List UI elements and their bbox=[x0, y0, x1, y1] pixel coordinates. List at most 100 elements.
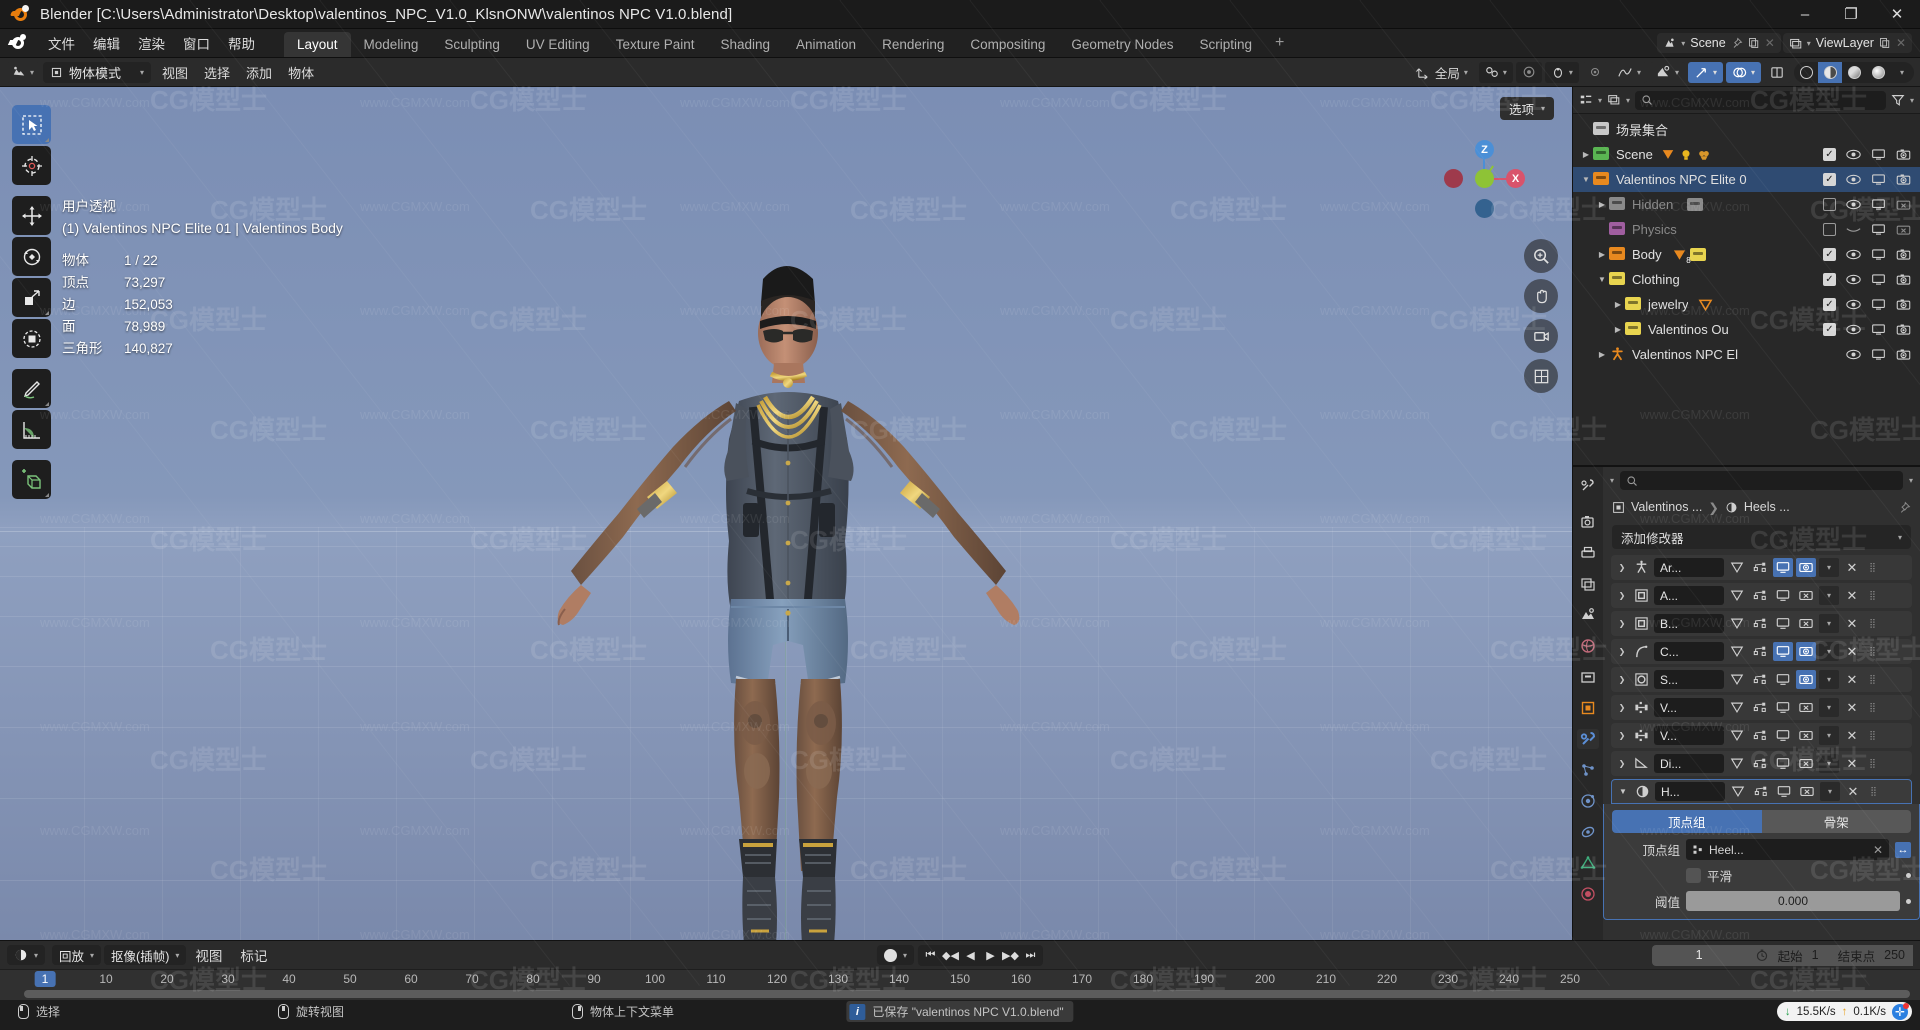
workspace-tab-shading[interactable]: Shading bbox=[707, 32, 783, 57]
tab-viewlayer[interactable] bbox=[1577, 574, 1599, 594]
modifier-drag-handle[interactable]: ⣿ bbox=[1865, 758, 1879, 769]
chevron-right-icon[interactable]: ❯ bbox=[1615, 563, 1629, 572]
falloff-curve-icon[interactable] bbox=[1581, 61, 1608, 83]
modifier-realtime-toggle[interactable] bbox=[1773, 754, 1793, 773]
modifier-row[interactable]: ❯ S... ▾ ✕ ⣿ bbox=[1611, 667, 1912, 692]
minimize-button[interactable]: – bbox=[1782, 0, 1828, 28]
outliner-row[interactable]: 场景集合 bbox=[1573, 117, 1920, 142]
chevron-right-icon[interactable]: ❯ bbox=[1615, 591, 1629, 600]
modifier-on-cage-toggle[interactable] bbox=[1728, 782, 1748, 801]
modifier-edit-mode-toggle[interactable] bbox=[1750, 754, 1770, 773]
chevron-right-icon[interactable]: ❯ bbox=[1615, 731, 1629, 740]
start-frame-value[interactable]: 1 bbox=[1812, 948, 1819, 962]
modifier-render-toggle[interactable] bbox=[1797, 782, 1817, 801]
timeline-editor[interactable]: ▾ 回放▾抠像(插帧)▾视图标记 ▾ ⏮ ◆◀ ◀ ▶ ▶◆ ⏭ 1 bbox=[0, 940, 1920, 1000]
outliner-row-toggles[interactable]: ✓ bbox=[1823, 173, 1920, 186]
modifier-delete-button[interactable]: ✕ bbox=[1842, 754, 1862, 773]
3d-viewport[interactable]: 用户透视 (1) Valentinos NPC Elite 01 | Valen… bbox=[0, 87, 1572, 940]
properties-tab-column[interactable] bbox=[1573, 467, 1603, 940]
outliner-row[interactable]: ▼ Clothing ✓ bbox=[1573, 267, 1920, 292]
viewport-menu-1[interactable]: 选择 bbox=[196, 61, 238, 84]
chevron-right-icon[interactable]: ❯ bbox=[1615, 759, 1629, 768]
modifier-name-field[interactable]: B... bbox=[1654, 614, 1724, 633]
camera-icon[interactable] bbox=[1896, 148, 1911, 161]
modifier-row[interactable]: ❯ B... ▾ ✕ ⣿ bbox=[1611, 611, 1912, 636]
vertex-group-mode-tabs[interactable]: 顶点组 骨架 bbox=[1612, 810, 1911, 833]
next-keyframe-button[interactable]: ▶◆ bbox=[1001, 945, 1020, 966]
modifier-drag-handle[interactable]: ⣿ bbox=[1865, 674, 1879, 685]
outliner-row[interactable]: ▶ Scene ✓ bbox=[1573, 142, 1920, 167]
mesh-data-icon[interactable] bbox=[1661, 148, 1675, 161]
delete-scene-icon[interactable]: ✕ bbox=[1765, 36, 1775, 50]
proportional-falloff-button[interactable]: ▾ bbox=[1544, 61, 1579, 83]
monitor-icon[interactable] bbox=[1871, 273, 1886, 286]
camera-object-icon[interactable] bbox=[1697, 148, 1711, 161]
modifier-row[interactable]: ❯ V... ▾ ✕ ⣿ bbox=[1611, 723, 1912, 748]
mesh-data-icon[interactable]: 8 bbox=[1672, 248, 1691, 265]
outliner-tree[interactable]: 场景集合 ▶ Scene ✓ ▼ Valentinos NPC Elite 0 ✓ ▶ Hidd… bbox=[1573, 114, 1920, 465]
shading-material[interactable] bbox=[1842, 62, 1866, 83]
tab-particles[interactable] bbox=[1577, 760, 1599, 780]
modifier-name-field[interactable]: H... bbox=[1655, 782, 1725, 801]
gizmo-axis-y[interactable] bbox=[1475, 169, 1494, 188]
timeline-menu-1[interactable]: 抠像(插帧) ▾ bbox=[104, 945, 187, 965]
tool-move[interactable] bbox=[12, 196, 51, 235]
smooth-checkbox[interactable] bbox=[1686, 868, 1701, 883]
modifier-delete-button[interactable]: ✕ bbox=[1842, 586, 1862, 605]
properties-search-input[interactable] bbox=[1620, 471, 1903, 490]
outliner-row[interactable]: ▶ Valentinos Ou ✓ bbox=[1573, 317, 1920, 342]
eye-icon[interactable] bbox=[1846, 198, 1861, 211]
camera-icon[interactable] bbox=[1896, 173, 1911, 186]
modifier-render-toggle[interactable] bbox=[1796, 726, 1816, 745]
tab-constraints[interactable] bbox=[1577, 822, 1599, 842]
workspace-tab-rendering[interactable]: Rendering bbox=[869, 32, 957, 57]
outliner-search-input[interactable] bbox=[1635, 90, 1886, 110]
properties-filter-chevron[interactable]: ▾ bbox=[1610, 476, 1614, 485]
outliner-row-toggles[interactable] bbox=[1823, 198, 1920, 211]
workspace-tab-scripting[interactable]: Scripting bbox=[1186, 32, 1265, 57]
animate-dot-icon[interactable] bbox=[1906, 873, 1911, 878]
play-button[interactable]: ▶ bbox=[981, 945, 1000, 966]
viewport-menu-0[interactable]: 视图 bbox=[154, 61, 196, 84]
monitor-icon[interactable] bbox=[1871, 323, 1886, 336]
modifier-delete-button[interactable]: ✕ bbox=[1842, 670, 1862, 689]
modifier-realtime-toggle[interactable] bbox=[1773, 698, 1793, 717]
modifier-extras-dropdown[interactable]: ▾ bbox=[1819, 698, 1839, 717]
timeline-scrollbar[interactable] bbox=[24, 990, 1910, 998]
menu-0[interactable]: 文件 bbox=[39, 30, 84, 56]
gizmo-axis-x[interactable]: X bbox=[1506, 169, 1525, 188]
threshold-slider[interactable]: 0.000 bbox=[1686, 891, 1900, 911]
outliner-row-toggles[interactable]: ✓ bbox=[1823, 248, 1920, 261]
viewport-menu-2[interactable]: 添加 bbox=[238, 61, 280, 84]
modifier-render-toggle[interactable] bbox=[1796, 558, 1816, 577]
modifier-stack[interactable]: ❯ Ar... ▾ ✕ ⣿ ❯ A... ▾ ✕ ⣿ ❯ B... ▾ ✕ ⣿ ❯ C... ▾ ✕ ⣿ ❯ S... ▾ ✕… bbox=[1603, 555, 1920, 804]
camera-disabled-icon[interactable] bbox=[1896, 223, 1911, 236]
modifier-delete-button[interactable]: ✕ bbox=[1842, 698, 1862, 717]
menu-4[interactable]: 帮助 bbox=[219, 30, 264, 56]
workspace-tab-texture-paint[interactable]: Texture Paint bbox=[603, 32, 708, 57]
gizmo-axis-neg-x[interactable] bbox=[1444, 169, 1463, 188]
modifier-edit-mode-toggle[interactable] bbox=[1750, 614, 1770, 633]
viewport-options-button[interactable]: 选项 ▾ bbox=[1499, 97, 1554, 120]
modifier-realtime-toggle[interactable] bbox=[1773, 670, 1793, 689]
tab-collection[interactable] bbox=[1577, 667, 1599, 687]
modifier-drag-handle[interactable]: ⣿ bbox=[1865, 702, 1879, 713]
viewport-menu-3[interactable]: 物体 bbox=[280, 61, 322, 84]
viewport-camera-button[interactable] bbox=[1524, 319, 1558, 353]
monitor-icon[interactable] bbox=[1871, 348, 1886, 361]
modifier-on-cage-toggle[interactable] bbox=[1727, 586, 1747, 605]
modifier-name-field[interactable]: Di... bbox=[1654, 754, 1724, 773]
invert-vertex-group-button[interactable]: ↔ bbox=[1895, 841, 1911, 858]
new-viewlayer-icon[interactable] bbox=[1879, 37, 1891, 49]
navigation-gizmo[interactable]: Z X bbox=[1444, 139, 1525, 219]
modifier-name-field[interactable]: V... bbox=[1654, 726, 1724, 745]
modifier-extras-dropdown[interactable]: ▾ bbox=[1819, 558, 1839, 577]
timeline-menu-3[interactable]: 标记 bbox=[231, 942, 276, 968]
camera-icon[interactable] bbox=[1896, 273, 1911, 286]
modifier-name-field[interactable]: S... bbox=[1654, 670, 1724, 689]
camera-icon[interactable] bbox=[1896, 348, 1911, 361]
menu-1[interactable]: 编辑 bbox=[84, 30, 129, 56]
modifier-drag-handle[interactable]: ⣿ bbox=[1865, 562, 1879, 573]
modifier-drag-handle[interactable]: ⣿ bbox=[1865, 590, 1879, 601]
modifier-row[interactable]: ❯ C... ▾ ✕ ⣿ bbox=[1611, 639, 1912, 664]
